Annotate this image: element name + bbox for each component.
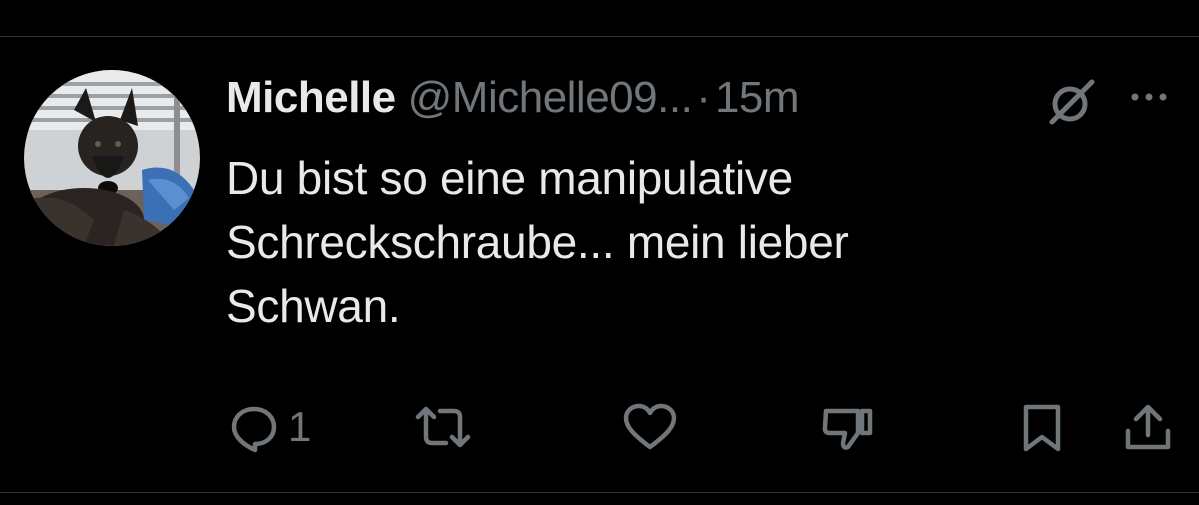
separator-dot: · — [696, 73, 711, 122]
timestamp[interactable]: 15m — [715, 73, 800, 123]
more-icon[interactable] — [1126, 82, 1172, 112]
bookmark-icon — [1018, 399, 1066, 455]
tweet-header: Michelle @Michelle09... · 15m — [226, 68, 800, 128]
tweet-text-line: Schwan. — [226, 280, 401, 332]
reply-count: 1 — [288, 403, 312, 450]
retweet-icon — [410, 399, 476, 455]
dislike-button[interactable] — [818, 398, 878, 456]
bottom-divider — [0, 492, 1199, 493]
reply-button[interactable]: 1 — [226, 398, 311, 456]
avatar[interactable] — [24, 70, 200, 246]
reply-icon — [226, 399, 282, 455]
share-icon — [1120, 399, 1176, 455]
author-name[interactable]: Michelle — [226, 73, 396, 123]
tweet-text-line: Du bist so eine manipulative — [226, 152, 793, 204]
tweet-text: Du bist so eine manipulative Schreckschr… — [226, 146, 1126, 338]
author-handle[interactable]: @Michelle09... — [408, 73, 693, 123]
bookmark-button[interactable] — [1018, 398, 1066, 456]
like-button[interactable] — [620, 398, 680, 456]
retweet-button[interactable] — [410, 398, 476, 456]
grok-icon[interactable] — [1042, 72, 1102, 132]
heart-icon — [620, 399, 680, 455]
tweet-text-line: Schreckschraube... mein lieber — [226, 216, 849, 268]
share-button[interactable] — [1120, 398, 1176, 456]
thumbs-down-icon — [818, 399, 878, 455]
top-divider — [0, 36, 1199, 37]
